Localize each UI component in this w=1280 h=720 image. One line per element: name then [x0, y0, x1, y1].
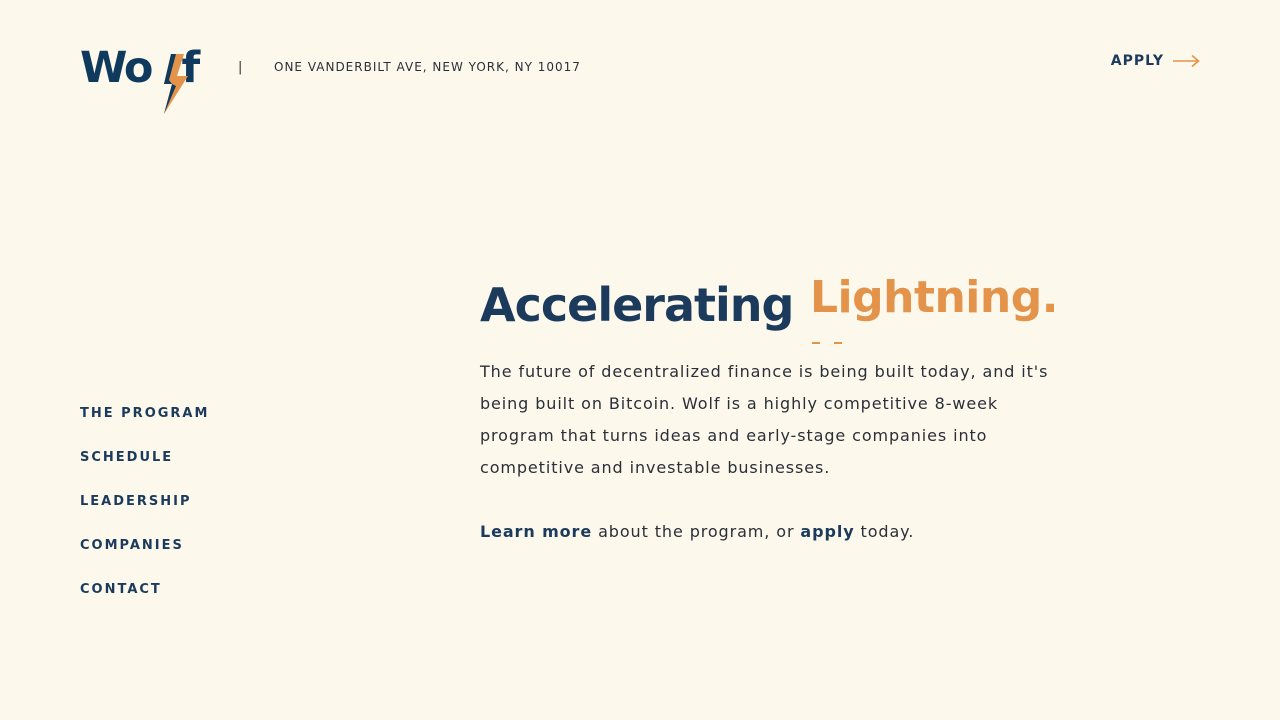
- apply-inline-link[interactable]: apply: [800, 522, 854, 541]
- headline-main: Accelerating: [480, 278, 794, 332]
- apply-header-link[interactable]: APPLY: [1111, 53, 1200, 69]
- cta-text-end: today.: [854, 522, 915, 541]
- nav-link-the-program[interactable]: THE PROGRAM: [80, 404, 209, 424]
- nav-item-companies: COMPANIES: [80, 534, 209, 578]
- nav-link-leadership[interactable]: LEADERSHIP: [80, 492, 192, 512]
- accent-underline: [812, 342, 842, 344]
- header-separator: |: [238, 60, 243, 75]
- side-navigation: THE PROGRAM SCHEDULE LEADERSHIP COMPANIE…: [80, 402, 209, 622]
- nav-item-schedule: SCHEDULE: [80, 446, 209, 490]
- nav-item-contact: CONTACT: [80, 578, 209, 622]
- lightning-bolt-icon: [164, 54, 188, 114]
- address-text: ONE VANDERBILT AVE, NEW YORK, NY 10017: [274, 60, 581, 74]
- nav-item-leadership: LEADERSHIP: [80, 490, 209, 534]
- hero-intro-paragraph: The future of decentralized finance is b…: [480, 362, 1049, 477]
- hero-headline: Accelerating Lightning.: [480, 272, 1080, 352]
- logo-letters-wo: Wo: [80, 43, 153, 93]
- cta-text-middle: about the program, or: [592, 522, 801, 541]
- hero-cta-paragraph: Learn more about the program, or apply t…: [480, 516, 914, 548]
- page: Wo f | ONE VANDERBILT AVE, NEW YORK, NY 1…: [0, 0, 1280, 720]
- nav-item-the-program: THE PROGRAM: [80, 402, 209, 446]
- nav-link-companies[interactable]: COMPANIES: [80, 536, 184, 556]
- arrow-right-icon: [1173, 54, 1200, 68]
- headline-accent: Lightning.: [810, 272, 1058, 323]
- hero-section: Accelerating Lightning. The future of de…: [480, 272, 1080, 541]
- learn-more-link[interactable]: Learn more: [480, 522, 592, 541]
- nav-link-contact[interactable]: CONTACT: [80, 580, 162, 600]
- apply-label: APPLY: [1110, 53, 1164, 69]
- nav-link-schedule[interactable]: SCHEDULE: [80, 448, 173, 468]
- wolf-logo[interactable]: Wo f: [80, 46, 212, 116]
